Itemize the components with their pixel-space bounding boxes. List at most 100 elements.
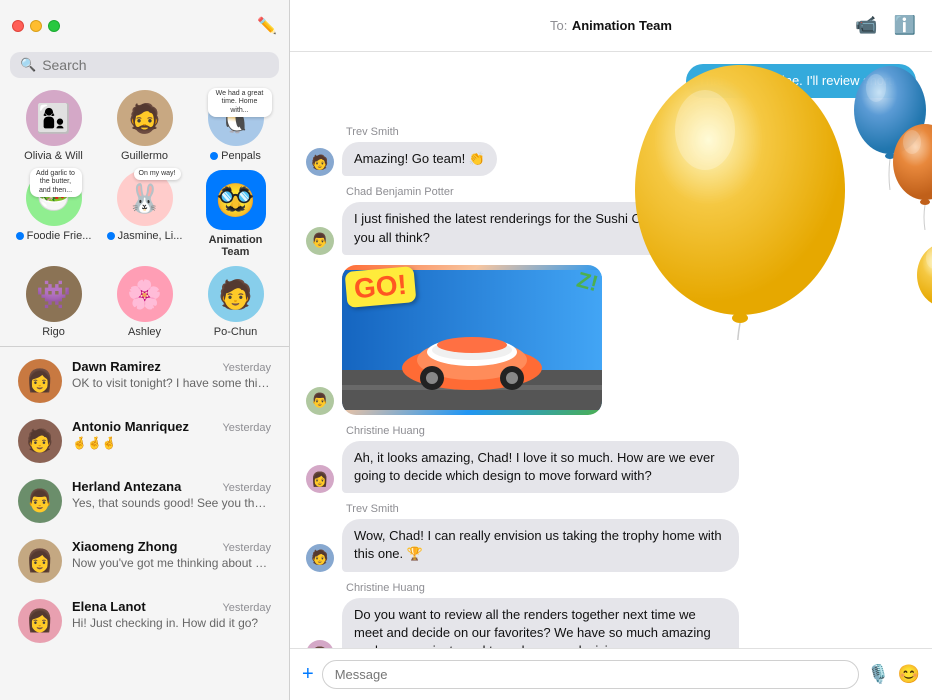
message-row-m4: 👨 GO! Z! bbox=[306, 265, 916, 415]
fullscreen-button[interactable] bbox=[48, 20, 60, 32]
bubble-m6: Wow, Chad! I can really envision us taki… bbox=[342, 519, 739, 571]
compose-icon[interactable]: ✏️ bbox=[257, 16, 277, 36]
msg-preview-herland: Yes, that sounds good! See you then. bbox=[72, 496, 271, 510]
msg-preview-dawn: OK to visit tonight? I have some things … bbox=[72, 376, 271, 390]
list-item-dawn[interactable]: 👩 Dawn Ramirez Yesterday OK to visit ton… bbox=[6, 351, 283, 411]
message-row-m3: 👨 Chad Benjamin Potter I just finished t… bbox=[306, 186, 916, 254]
avatar-xiaomeng: 👩 bbox=[18, 539, 62, 583]
message-input[interactable] bbox=[322, 660, 859, 689]
msg-name-elena: Elena Lanot bbox=[72, 599, 146, 614]
contact-name-jasmine: Jasmine, Li... bbox=[107, 230, 183, 242]
msg-time-dawn: Yesterday bbox=[222, 362, 271, 374]
list-item-xiaomeng[interactable]: 👩 Xiaomeng Zhong Yesterday Now you've go… bbox=[6, 531, 283, 591]
sidebar-item-guillermo[interactable]: 🧔 Guillermo bbox=[105, 90, 185, 162]
emoji-icon[interactable]: 😊 bbox=[898, 664, 920, 685]
msg-time-xiaomeng: Yesterday bbox=[222, 542, 271, 554]
msg-name-dawn: Dawn Ramirez bbox=[72, 359, 161, 374]
sidebar-item-po-chun[interactable]: 🧑 Po-Chun bbox=[196, 266, 276, 338]
chat-panel: To: Animation Team 📹 ℹ️ Thanks, Christin… bbox=[290, 0, 932, 700]
list-item-antonio[interactable]: 🧑 Antonio Manriquez Yesterday 🤞🤞🤞 bbox=[6, 411, 283, 471]
message-row-m2: 🧑 Trev Smith Amazing! Go team! 👏 bbox=[306, 126, 916, 176]
chat-header-icons: 📹 ℹ️ bbox=[855, 15, 916, 36]
add-attachment-button[interactable]: + bbox=[302, 663, 314, 686]
avatar-trev-2: 🧑 bbox=[306, 544, 334, 572]
message-row-m6: 🧑 Trev Smith Wow, Chad! I can really env… bbox=[306, 503, 916, 571]
list-item-elena[interactable]: 👩 Elena Lanot Yesterday Hi! Just checkin… bbox=[6, 591, 283, 651]
search-bar[interactable]: 🔍 bbox=[10, 52, 279, 78]
search-icon: 🔍 bbox=[20, 57, 36, 73]
avatar-dawn: 👩 bbox=[18, 359, 62, 403]
list-item-herland[interactable]: 👨 Herland Antezana Yesterday Yes, that s… bbox=[6, 471, 283, 531]
bubble-group-m2: Trev Smith Amazing! Go team! 👏 bbox=[342, 126, 497, 176]
msg-content-elena: Elena Lanot Yesterday Hi! Just checking … bbox=[72, 599, 271, 630]
unread-dot-foodie bbox=[16, 232, 24, 240]
sender-name-m7: Christine Huang bbox=[346, 582, 739, 594]
sidebar-item-animation-team[interactable]: 🥸 Animation Team bbox=[196, 170, 276, 258]
chat-input-area: + 🎙️ 😊 bbox=[290, 648, 932, 700]
sidebar-item-ashley[interactable]: 🌸 Ashley bbox=[105, 266, 185, 338]
msg-preview-antonio: 🤞🤞🤞 bbox=[72, 436, 271, 450]
close-button[interactable] bbox=[12, 20, 24, 32]
avatar-herland: 👨 bbox=[18, 479, 62, 523]
bubble-m2: Amazing! Go team! 👏 bbox=[342, 142, 497, 176]
sidebar-item-jasmine[interactable]: 🐰 On my way! Jasmine, Li... bbox=[105, 170, 185, 258]
penpals-bubble: We had a great time. Home with... bbox=[208, 88, 272, 117]
msg-time-elena: Yesterday bbox=[222, 602, 271, 614]
sender-name-m3: Chad Benjamin Potter bbox=[346, 186, 739, 198]
bubble-group-m1: Thanks, Christine. I'll review shortly. bbox=[686, 64, 916, 98]
voice-input-icon[interactable]: 🎙️ bbox=[867, 664, 889, 685]
video-call-icon[interactable]: 📹 bbox=[855, 15, 877, 36]
sticker-go: GO! bbox=[345, 266, 417, 308]
pinned-row-2: 🥗 Add garlic to the butter, and then... … bbox=[0, 166, 289, 262]
avatar-christine-2: 👩 bbox=[306, 640, 334, 648]
sidebar: ✏️ 🔍 👩‍👦 Olivia & Will 🧔 Guillermo bbox=[0, 0, 290, 700]
msg-content-antonio: Antonio Manriquez Yesterday 🤞🤞🤞 bbox=[72, 419, 271, 450]
sender-name-m6: Trev Smith bbox=[346, 503, 739, 515]
bubble-m1: Thanks, Christine. I'll review shortly. bbox=[686, 64, 916, 98]
jasmine-bubble: On my way! bbox=[134, 168, 181, 180]
sidebar-item-rigo[interactable]: 👾 Rigo bbox=[14, 266, 94, 338]
contact-name-olivia-will: Olivia & Will bbox=[24, 150, 83, 162]
sidebar-item-penpals[interactable]: 🐧 We had a great time. Home with... Penp… bbox=[196, 90, 276, 162]
sidebar-item-olivia-will[interactable]: 👩‍👦 Olivia & Will bbox=[14, 90, 94, 162]
contact-name-animation-team: Animation Team bbox=[196, 234, 276, 258]
search-input[interactable] bbox=[42, 57, 269, 73]
read-label-m1: Read bbox=[306, 108, 912, 120]
unread-dot-penpals bbox=[210, 152, 218, 160]
msg-time-herland: Yesterday bbox=[222, 482, 271, 494]
avatar-trev-1: 🧑 bbox=[306, 148, 334, 176]
avatar-elena: 👩 bbox=[18, 599, 62, 643]
message-row-m7: 👩 Christine Huang Do you want to review … bbox=[306, 582, 916, 649]
pinned-row-1: 👩‍👦 Olivia & Will 🧔 Guillermo 🐧 We had a… bbox=[0, 86, 289, 166]
bubble-m3: I just finished the latest renderings fo… bbox=[342, 202, 739, 254]
msg-time-antonio: Yesterday bbox=[222, 422, 271, 434]
avatar-christine-1: 👩 bbox=[306, 465, 334, 493]
contact-name-guillermo: Guillermo bbox=[121, 150, 168, 162]
msg-preview-elena: Hi! Just checking in. How did it go? bbox=[72, 616, 271, 630]
info-icon[interactable]: ℹ️ bbox=[894, 15, 916, 36]
msg-name-herland: Herland Antezana bbox=[72, 479, 181, 494]
avatar-antonio: 🧑 bbox=[18, 419, 62, 463]
bubble-m7: Do you want to review all the renders to… bbox=[342, 598, 739, 649]
bubble-group-m7: Christine Huang Do you want to review al… bbox=[342, 582, 739, 649]
msg-name-antonio: Antonio Manriquez bbox=[72, 419, 189, 434]
sender-name-m2: Trev Smith bbox=[346, 126, 497, 138]
sushi-image[interactable]: GO! Z! bbox=[342, 265, 602, 415]
contact-name-ashley: Ashley bbox=[128, 326, 161, 338]
msg-content-xiaomeng: Xiaomeng Zhong Yesterday Now you've got … bbox=[72, 539, 271, 570]
bubble-m5: Ah, it looks amazing, Chad! I love it so… bbox=[342, 441, 739, 493]
minimize-button[interactable] bbox=[30, 20, 42, 32]
bubble-group-m5: Christine Huang Ah, it looks amazing, Ch… bbox=[342, 425, 739, 493]
titlebar: ✏️ bbox=[0, 0, 289, 52]
sender-name-m5: Christine Huang bbox=[346, 425, 739, 437]
contact-name-foodie: Foodie Frie... bbox=[16, 230, 92, 242]
bubble-group-m3: Chad Benjamin Potter I just finished the… bbox=[342, 186, 739, 254]
chat-to-label: To: bbox=[550, 18, 567, 33]
pinned-row-3: 👾 Rigo 🌸 Ashley 🧑 Po-Chun bbox=[0, 262, 289, 342]
sidebar-item-foodie-friends[interactable]: 🥗 Add garlic to the butter, and then... … bbox=[14, 170, 94, 258]
message-row-m5: 👩 Christine Huang Ah, it looks amazing, … bbox=[306, 425, 916, 493]
message-row-m1: Thanks, Christine. I'll review shortly. bbox=[306, 64, 916, 98]
bubble-group-m4: GO! Z! bbox=[342, 265, 602, 415]
msg-content-herland: Herland Antezana Yesterday Yes, that sou… bbox=[72, 479, 271, 510]
chat-header: To: Animation Team 📹 ℹ️ bbox=[290, 0, 932, 52]
